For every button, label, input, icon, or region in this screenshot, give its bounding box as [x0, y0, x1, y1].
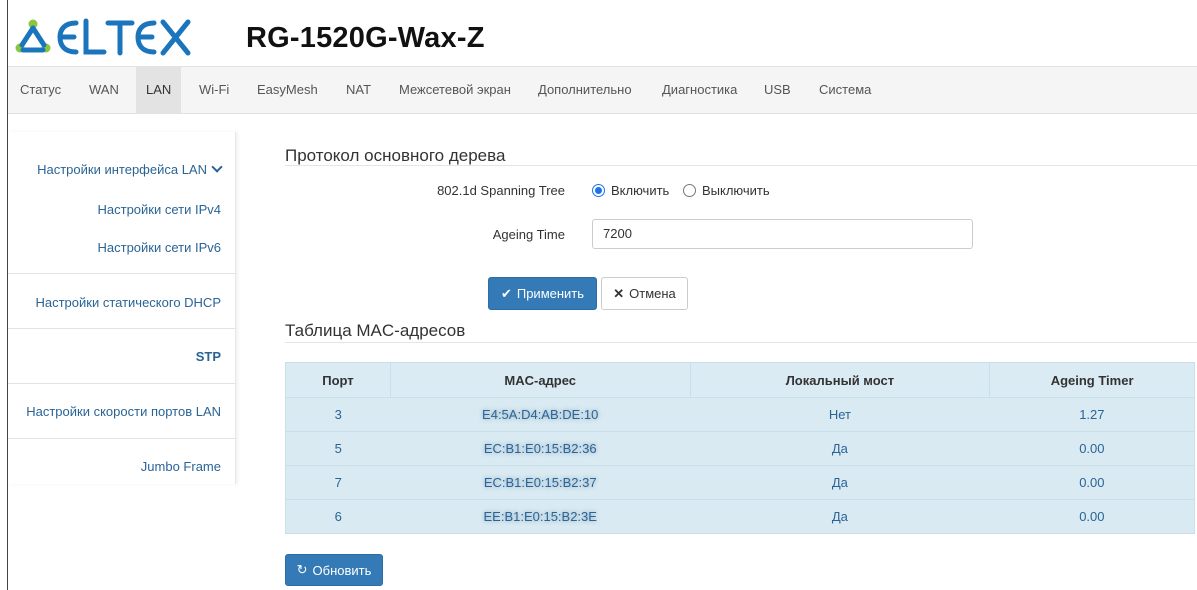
nav-tab-wan[interactable]: WAN [79, 67, 129, 113]
mac-cell: EC:B1:E0:15:B2:36 [390, 431, 691, 466]
sidebar-item-ipv6[interactable]: Настройки сети IPv6 [98, 240, 222, 255]
apply-button-label: Применить [516, 286, 585, 301]
top-nav: Статус WAN LAN Wi-Fi EasyMesh NAT Межсет… [8, 66, 1197, 114]
stp-enable-radio[interactable]: Включить [592, 183, 669, 198]
port-cell: 3 [285, 397, 391, 432]
table-row: 5 EC:B1:E0:15:B2:36 Да 0.00 [285, 431, 1195, 466]
nav-tab-easymesh[interactable]: EasyMesh [247, 67, 328, 113]
sidebar-item-stp[interactable]: STP [196, 349, 221, 364]
stp-section-title: Протокол основного дерева [285, 146, 506, 165]
check-icon: ✔ [500, 285, 512, 301]
sidebar-item-jumbo-frame[interactable]: Jumbo Frame [141, 459, 221, 474]
apply-button[interactable]: ✔ Применить [488, 277, 597, 310]
sidebar: Настройки интерфейса LAN Настройки сети … [8, 132, 236, 484]
mac-cell: EC:B1:E0:15:B2:37 [390, 465, 691, 500]
section-divider [285, 342, 1197, 343]
table-row: 6 EE:B1:E0:15:B2:3E Да 0.00 [285, 499, 1195, 534]
refresh-icon: ↻ [296, 562, 308, 577]
column-header-port: Порт [285, 362, 391, 398]
nav-tab-system[interactable]: Система [809, 67, 881, 113]
radio-unchecked-icon [683, 184, 696, 197]
nav-tab-lan[interactable]: LAN [136, 67, 182, 113]
ageing-time-input[interactable]: 7200 [592, 219, 973, 249]
close-icon: ✕ [613, 285, 625, 301]
sidebar-item-label: Настройки интерфейса LAN [37, 162, 207, 177]
stp-enable-label: Включить [611, 183, 670, 198]
cancel-button[interactable]: ✕ Отмена [601, 277, 688, 310]
column-header-local-bridge: Локальный мост [689, 362, 991, 398]
nav-tab-status[interactable]: Статус [10, 67, 71, 113]
cancel-button-label: Отмена [629, 286, 676, 301]
port-cell: 6 [285, 499, 391, 534]
mac-table-title: Таблица MAC-адресов [285, 321, 466, 340]
column-header-mac: MAC-адрес [389, 362, 691, 398]
refresh-button-label: Обновить [312, 562, 372, 578]
local-bridge-cell: Да [690, 465, 990, 500]
radio-checked-icon [592, 184, 605, 197]
nav-tab-advanced[interactable]: Дополнительно [528, 67, 642, 113]
ageing-timer-cell: 0.00 [989, 499, 1195, 534]
ageing-time-label: Ageing Time [492, 227, 565, 242]
ageing-timer-cell: 1.27 [989, 397, 1195, 432]
sidebar-item-static-dhcp[interactable]: Настройки статического DHCP [35, 295, 221, 310]
mac-address-table: Порт MAC-адрес Локальный мост Ageing Tim… [285, 362, 1195, 534]
ageing-timer-cell: 0.00 [989, 465, 1195, 500]
spanning-tree-label: 802.1d Spanning Tree [437, 183, 565, 198]
ageing-timer-cell: 0.00 [989, 431, 1195, 466]
sidebar-item-lan-interface[interactable]: Настройки интерфейса LAN [37, 161, 223, 177]
nav-tab-firewall[interactable]: Межсетевой экран [389, 67, 521, 113]
sidebar-divider [8, 328, 236, 329]
section-divider [285, 165, 1197, 166]
stp-disable-radio[interactable]: Выключить [683, 183, 770, 198]
sidebar-item-ipv4[interactable]: Настройки сети IPv4 [98, 202, 222, 217]
nav-tab-diagnostics[interactable]: Диагностика [652, 67, 747, 113]
device-title: RG-1520G-Wax-Z [246, 22, 485, 54]
port-cell: 7 [285, 465, 391, 500]
local-bridge-cell: Да [690, 499, 990, 534]
table-row: 7 EC:B1:E0:15:B2:37 Да 0.00 [285, 465, 1195, 500]
column-header-ageing-timer: Ageing Timer [989, 362, 1195, 398]
chevron-down-icon [211, 161, 223, 173]
table-header-row: Порт MAC-адрес Локальный мост Ageing Tim… [285, 362, 1195, 398]
sidebar-item-port-speed[interactable]: Настройки скорости портов LAN [26, 404, 221, 419]
sidebar-divider [8, 438, 236, 439]
mac-cell: E4:5A:D4:AB:DE:10 [390, 397, 691, 432]
local-bridge-cell: Да [690, 431, 990, 466]
local-bridge-cell: Нет [690, 397, 990, 432]
stp-disable-label: Выключить [702, 183, 770, 198]
nav-tab-nat[interactable]: NAT [336, 67, 381, 113]
nav-tab-wifi[interactable]: Wi-Fi [189, 67, 239, 113]
mac-cell: EE:B1:E0:15:B2:3E [390, 499, 691, 534]
sidebar-divider [8, 383, 236, 384]
header: RG-1520G-Wax-Z [8, 0, 1197, 60]
sidebar-divider [8, 273, 236, 274]
refresh-button[interactable]: ↻ Обновить [285, 554, 383, 586]
table-row: 3 E4:5A:D4:AB:DE:10 Нет 1.27 [285, 397, 1195, 432]
eltex-logo [15, 18, 191, 56]
port-cell: 5 [285, 431, 391, 466]
nav-tab-usb[interactable]: USB [754, 67, 801, 113]
